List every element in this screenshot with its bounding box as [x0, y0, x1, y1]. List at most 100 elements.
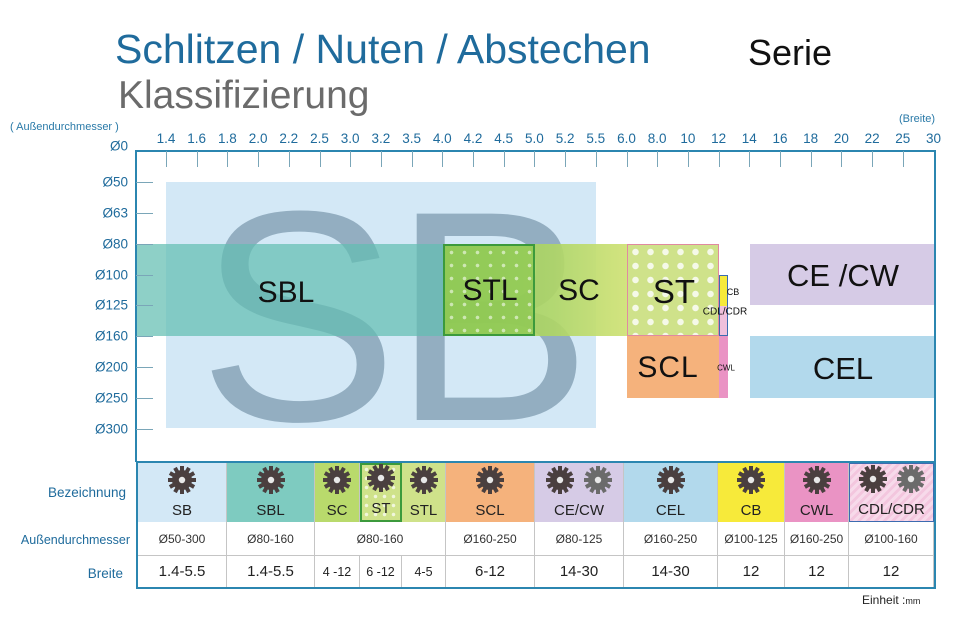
- cutter-icon-group: [366, 463, 396, 500]
- cutter-icon-group: [322, 465, 352, 502]
- x-tick-mark: [411, 151, 413, 167]
- x-tick-mark: [749, 151, 751, 167]
- diameter-cell: Ø160-250: [446, 522, 535, 556]
- cutter-icon: [858, 464, 888, 501]
- width-cell: 1.4-5.5: [138, 556, 227, 587]
- x-tick-label: 16: [772, 131, 788, 146]
- cutter-icon-group: [167, 465, 197, 502]
- right-border-line: [934, 150, 936, 462]
- cutter-icon: [896, 464, 926, 501]
- x-tick-label: 1.4: [156, 131, 176, 146]
- y-tick-mark: [136, 367, 153, 369]
- width-cell: 12: [849, 556, 934, 587]
- x-tick-label: 14: [741, 131, 757, 146]
- x-tick-label: 25: [895, 131, 911, 146]
- cutter-icon-group: [409, 465, 439, 502]
- region-label-cwl: CWL: [717, 363, 735, 373]
- x-tick-mark: [810, 151, 812, 167]
- title-suffix: Serie: [748, 32, 833, 73]
- cutter-icon: [545, 465, 575, 502]
- y-tick-label: Ø50: [102, 174, 128, 190]
- x-tick-mark: [595, 151, 597, 167]
- region-label-stl: STL: [462, 274, 518, 307]
- cutter-icon: [802, 465, 832, 502]
- cutter-icon-group: [656, 465, 686, 502]
- product-name: STL: [409, 502, 438, 519]
- diameter-cell: Ø80-160: [227, 522, 315, 556]
- width-cell: 4 -12: [315, 556, 360, 587]
- y-tick-mark: [136, 243, 153, 245]
- x-tick-label: 6.0: [617, 131, 636, 146]
- region-label-sc: SC: [558, 274, 600, 307]
- page-title: Schlitzen / Nuten / Abstechen: [115, 26, 651, 72]
- x-tick-mark: [872, 151, 874, 167]
- cutter-icon-group: [736, 465, 766, 502]
- x-tick-label: 4.0: [432, 131, 452, 146]
- product-name: CEL: [655, 502, 686, 519]
- y-tick-mark: [136, 212, 153, 214]
- width-cell: 12: [785, 556, 849, 587]
- table-header-cell: SCL: [446, 463, 535, 522]
- diameter-cell: Ø80-125: [535, 522, 624, 556]
- x-tick-mark: [841, 151, 843, 167]
- cutter-icon-group: [802, 465, 832, 502]
- x-axis-title: (Breite): [899, 113, 936, 125]
- region-label-cb: CB: [726, 287, 740, 297]
- width-cell: 4-5: [402, 556, 446, 587]
- row-label-width: Breite: [87, 566, 123, 581]
- region-label-cdl-cdr: CDL/CDR: [702, 306, 748, 318]
- product-name: CWL: [799, 502, 834, 519]
- diameter-cell: Ø50-300: [138, 522, 227, 556]
- x-tick-label: 2.0: [248, 131, 268, 146]
- row-label-diameter: Außendurchmesser: [20, 533, 130, 547]
- y-tick-mark: [136, 397, 153, 399]
- table-header-cell: SBL: [227, 463, 315, 522]
- y-tick-label: Ø100: [94, 267, 128, 283]
- x-tick-label: 5.0: [525, 131, 544, 146]
- cutter-icon-group: [475, 465, 505, 502]
- x-tick-label: 20: [833, 131, 849, 146]
- table-header-cell: CDL/CDR: [849, 463, 934, 522]
- x-tick-mark: [350, 151, 352, 167]
- product-name: CE/CW: [554, 502, 604, 519]
- x-tick-mark: [442, 151, 444, 167]
- x-tick-mark: [196, 151, 198, 167]
- x-tick-mark: [626, 151, 628, 167]
- x-tick-label: 3.5: [402, 131, 421, 146]
- x-tick-label: 3.0: [340, 131, 360, 146]
- x-tick-mark: [288, 151, 290, 167]
- y-tick-label: Ø125: [94, 297, 128, 313]
- y-tick-label: Ø0: [109, 138, 128, 154]
- width-cell: 1.4-5.5: [227, 556, 315, 587]
- y-tick-mark: [136, 182, 153, 183]
- x-tick-label: 18: [803, 131, 819, 146]
- y-tick-label: Ø63: [102, 205, 128, 221]
- cutter-icon: [167, 465, 197, 502]
- y-tick-mark: [136, 305, 153, 307]
- cutter-icon-group: [858, 464, 926, 501]
- cutter-icon: [366, 463, 396, 500]
- x-tick-mark: [503, 151, 505, 167]
- table-header-cell: SB: [138, 463, 227, 522]
- x-tick-mark: [780, 151, 781, 167]
- cutter-icon: [256, 465, 286, 502]
- region-label-scl: SCL: [637, 351, 699, 384]
- table-header-cell: CE/CW: [535, 463, 624, 522]
- cutter-icon: [409, 465, 439, 502]
- cutter-icon: [475, 465, 505, 502]
- x-tick-label: 8.0: [647, 131, 667, 146]
- x-tick-label: 4.2: [463, 131, 483, 146]
- cutter-icon: [656, 465, 686, 502]
- table-header-cell: STL: [402, 463, 446, 522]
- x-tick-label: 3.2: [371, 131, 391, 146]
- x-tick-mark: [319, 151, 321, 167]
- x-tick-label: 5.5: [586, 131, 606, 146]
- y-axis-title: ( Außendurchmesser ): [10, 121, 119, 133]
- x-tick-label: 5.2: [555, 131, 575, 146]
- x-tick-label: 12: [711, 131, 727, 146]
- x-tick-label: 1.8: [218, 131, 237, 146]
- diameter-cell: Ø100-125: [718, 522, 785, 556]
- product-name: SC: [326, 502, 348, 519]
- product-name: ST: [371, 500, 391, 517]
- x-tick-label: 22: [864, 131, 880, 146]
